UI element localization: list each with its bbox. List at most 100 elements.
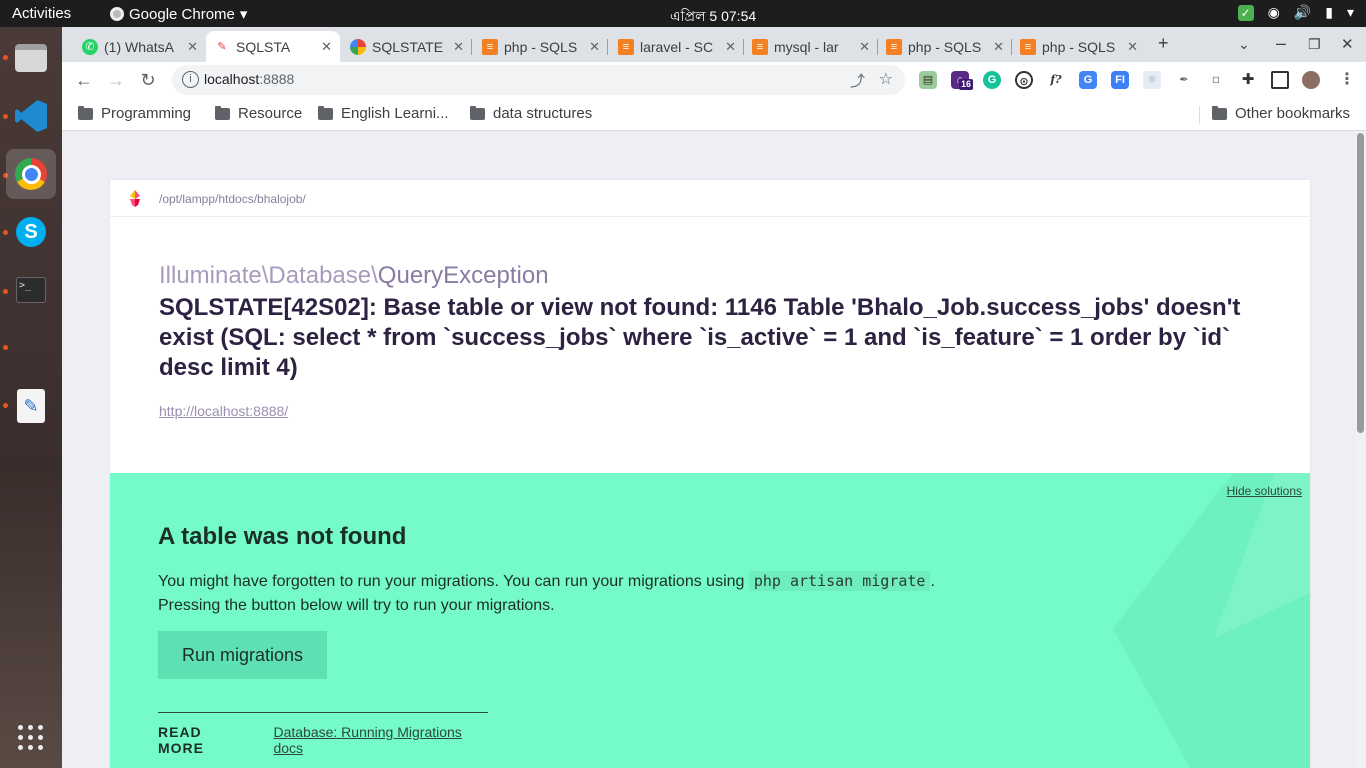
page-viewport: /opt/lampp/htdocs/bhalojob/ Illuminate\D… [62, 131, 1355, 768]
tab-separator [607, 39, 608, 55]
bookmark-folder-english[interactable]: English Learni... [318, 105, 449, 122]
update-check-icon[interactable]: ✓ [1237, 4, 1254, 21]
app-grid-icon [18, 725, 44, 751]
read-more-label: READ MORE [158, 724, 204, 756]
running-indicator [3, 345, 8, 350]
extension-fi-icon[interactable]: FI [1111, 71, 1129, 89]
share-icon[interactable]: ⤴ [850, 70, 865, 91]
url-text[interactable]: localhost:8888 [204, 71, 294, 87]
reload-icon[interactable]: ↻ [136, 68, 160, 92]
camera-icon[interactable]: ◘ [1207, 71, 1225, 89]
exception-class: Illuminate\Database\QueryException [159, 262, 549, 290]
extension-badge: 16 [959, 79, 974, 90]
migrations-docs-link[interactable]: Database: Running Migrations docs [273, 724, 488, 756]
close-icon[interactable]: ✕ [993, 39, 1004, 55]
scrollbar-thumb[interactable] [1357, 133, 1364, 433]
solution-panel: Hide solutions A table was not found You… [110, 473, 1310, 768]
extension-screenshot-icon[interactable]: ▤ [919, 71, 937, 89]
bookmarks-separator [1199, 106, 1200, 124]
tab-search-chevron-icon[interactable]: ⌄ [1238, 36, 1250, 53]
tab-stackoverflow-3[interactable]: ≡ mysql - lar ✕ [744, 31, 878, 62]
translate-icon[interactable]: G [1079, 71, 1097, 89]
bookmark-folder-data-structures[interactable]: data structures [470, 105, 592, 122]
tab-stackoverflow-1[interactable]: ≡ php - SQLS ✕ [474, 31, 608, 62]
terminal-icon: >_ [16, 277, 46, 303]
side-panel-icon[interactable] [1271, 71, 1289, 89]
folder-icon [1212, 105, 1227, 120]
stackoverflow-icon: ≡ [482, 38, 498, 55]
address-bar[interactable]: i localhost:8888 ⤴ ☆ [172, 65, 905, 95]
avatar[interactable] [1302, 71, 1320, 89]
system-tray[interactable]: ✓ ◉ 🔊 ▮ ▾ [1237, 4, 1354, 21]
close-icon[interactable]: ✕ [859, 39, 870, 55]
close-icon[interactable]: ✕ [1127, 39, 1138, 55]
clock[interactable]: এপ্রিল 5 07:54 [670, 5, 756, 29]
dock-skype[interactable]: S [6, 207, 56, 257]
react-devtools-icon[interactable]: ⚛ [1143, 71, 1161, 89]
tab-google-sqlstate[interactable]: SQLSTATE ✕ [342, 31, 472, 62]
bookmark-folder-programming[interactable]: Programming [78, 105, 191, 122]
close-icon[interactable]: ✕ [321, 39, 332, 55]
page-scrollbar[interactable] [1355, 131, 1366, 768]
tab-active-sqlstate[interactable]: ✎ SQLSTA ✕ [206, 31, 340, 62]
minimize-icon[interactable]: – [1276, 33, 1286, 54]
back-arrow-icon[interactable]: ← [72, 68, 96, 92]
folder-icon [318, 105, 333, 120]
grammarly-icon[interactable]: G [983, 71, 1001, 89]
solution-desc-text: . [930, 573, 935, 590]
solution-description: You might have forgotten to run your mig… [158, 569, 978, 618]
stackoverflow-icon: ≡ [752, 38, 768, 55]
site-info-icon[interactable]: i [182, 71, 199, 88]
close-icon[interactable]: ✕ [187, 39, 198, 55]
dock-text-editor[interactable]: ✎ [6, 381, 56, 431]
dock-chrome[interactable] [6, 149, 56, 199]
tab-whatsapp[interactable]: ✆ (1) WhatsA ✕ [74, 31, 206, 62]
dock-terminal[interactable]: >_ [6, 265, 56, 315]
tab-stackoverflow-2[interactable]: ≡ laravel - SC ✕ [610, 31, 744, 62]
tab-label: php - SQLS [504, 38, 578, 55]
new-tab-plus-icon[interactable]: + [1158, 33, 1169, 54]
function-ext-icon[interactable]: f? [1047, 71, 1065, 89]
url-port: :8888 [259, 71, 295, 87]
dock-files[interactable] [6, 33, 56, 83]
extension-circle-icon[interactable]: ⊙ [1015, 71, 1033, 89]
hide-solutions-link[interactable]: Hide solutions [1227, 484, 1302, 498]
extension-graduation-icon[interactable]: ⌂16 [951, 71, 974, 90]
show-applications[interactable] [6, 713, 56, 763]
tab-stackoverflow-4[interactable]: ≡ php - SQLS ✕ [878, 31, 1012, 62]
tab-stackoverflow-5[interactable]: ≡ php - SQLS ✕ [1012, 31, 1146, 62]
close-icon[interactable]: ✕ [725, 39, 736, 55]
other-bookmarks[interactable]: Other bookmarks [1212, 105, 1350, 122]
bookmark-star-icon[interactable]: ☆ [879, 69, 893, 89]
tab-label: mysql - lar [774, 38, 839, 55]
url-host: localhost [204, 71, 260, 87]
bookmark-label: Resource [238, 105, 303, 122]
forward-arrow-icon[interactable]: → [104, 68, 128, 92]
stackoverflow-icon: ≡ [1020, 38, 1036, 55]
eyedropper-icon[interactable]: ✒ [1175, 71, 1193, 89]
kebab-menu-icon[interactable]: ⋮ [1338, 71, 1356, 89]
close-icon[interactable]: ✕ [453, 39, 464, 55]
project-path: /opt/lampp/htdocs/bhalojob/ [159, 192, 306, 206]
google-icon [350, 38, 366, 55]
solution-desc-text: You might have forgotten to run your mig… [158, 573, 749, 590]
files-icon [15, 44, 47, 72]
close-icon[interactable]: ✕ [589, 39, 600, 55]
tab-label: laravel - SC [640, 38, 714, 55]
caret-down-icon: ▾ [239, 6, 248, 23]
extensions-puzzle-icon[interactable]: ✚ [1239, 71, 1257, 89]
bookmark-folder-resource[interactable]: Resource [215, 105, 302, 122]
tab-label: SQLSTA [236, 38, 291, 55]
exception-class-name: QueryException [377, 262, 549, 289]
run-migrations-button[interactable]: Run migrations [158, 631, 327, 679]
activities-button[interactable]: Activities [12, 5, 71, 22]
app-menu-label: Google Chrome [129, 5, 235, 23]
window-close-icon[interactable]: ✕ [1341, 35, 1354, 53]
app-menu[interactable]: Google Chrome ▾ [110, 5, 247, 23]
caret-down-icon: ▾ [1346, 4, 1354, 20]
folder-icon [78, 105, 93, 120]
maximize-icon[interactable]: ❐ [1308, 36, 1321, 53]
request-url-link[interactable]: http://localhost:8888/ [159, 403, 288, 419]
exception-message: SQLSTATE[42S02]: Base table or view not … [159, 294, 1241, 381]
dock-vscode[interactable] [6, 91, 56, 141]
